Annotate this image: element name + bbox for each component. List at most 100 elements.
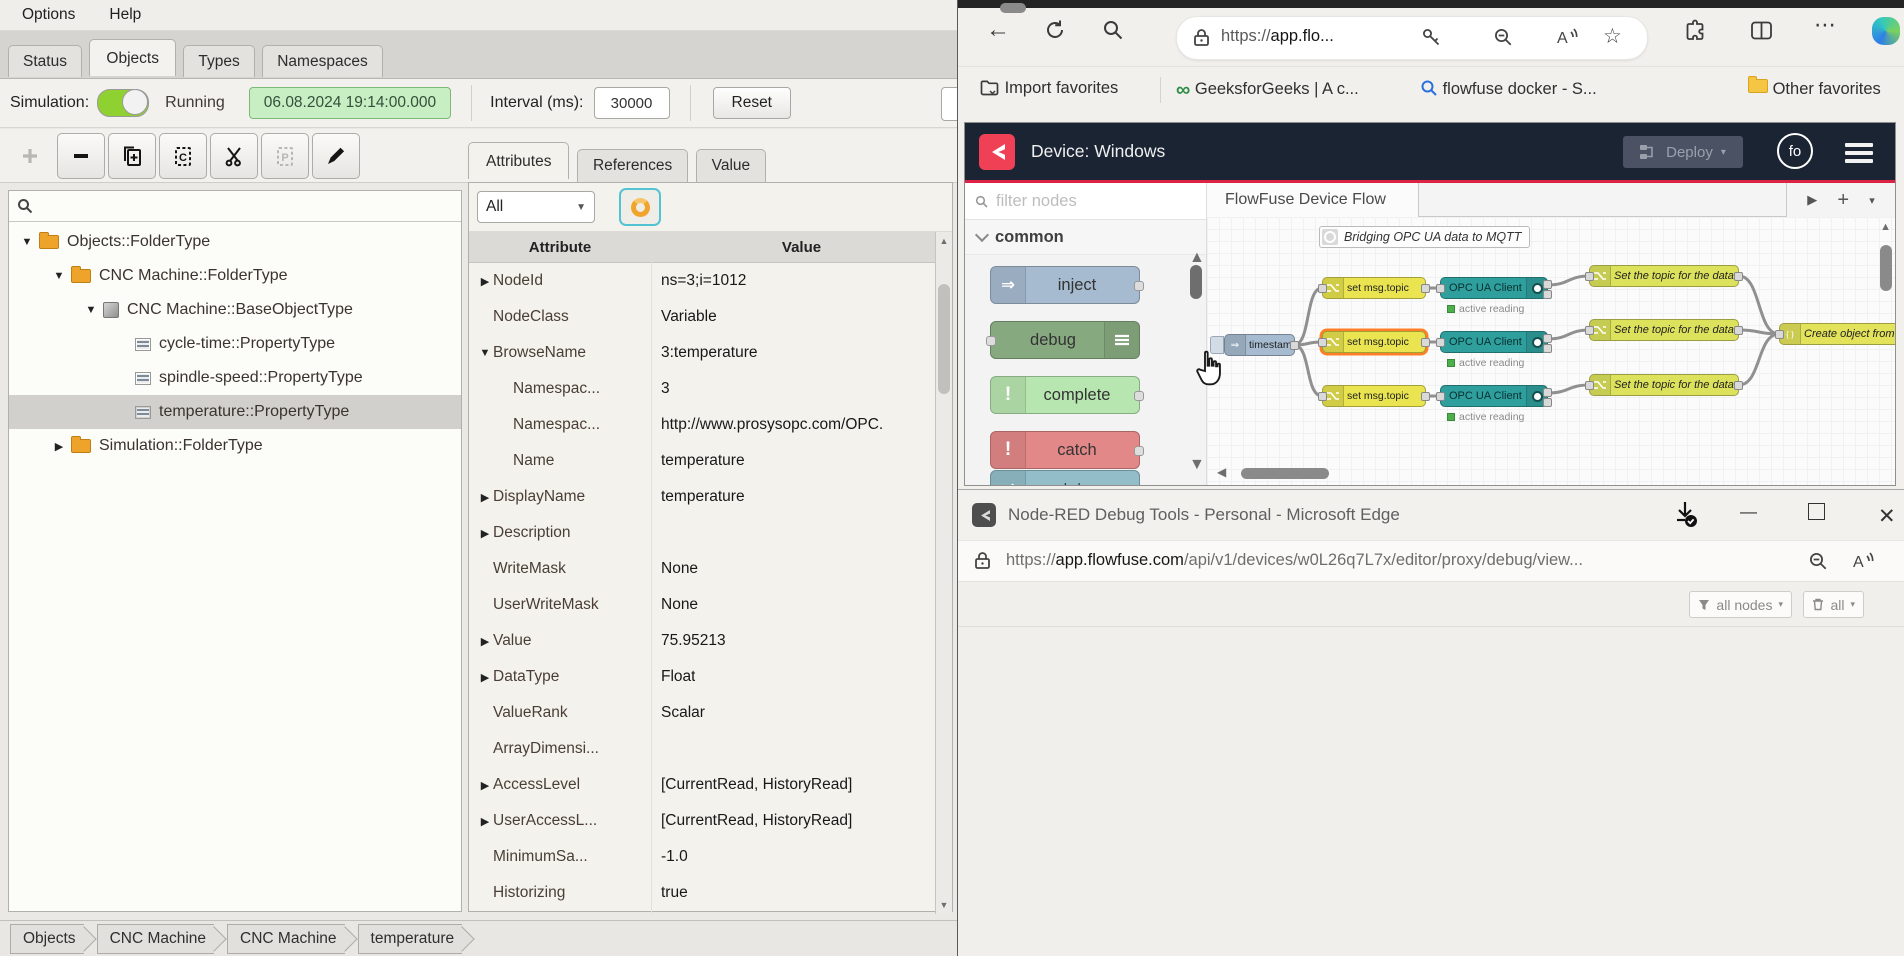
table-row[interactable]: ▶Value75.95213 bbox=[469, 623, 952, 659]
download-complete-icon[interactable] bbox=[1670, 498, 1700, 535]
table-row[interactable]: ▼BrowseName3:temperature bbox=[469, 335, 952, 371]
favorite-geeksforgeeks[interactable]: ∞ GeeksforGeeks | A c... bbox=[1176, 79, 1359, 102]
output-port[interactable] bbox=[1421, 392, 1430, 401]
expander-icon[interactable]: ▶ bbox=[477, 671, 493, 684]
canvas-vscroll-thumb[interactable] bbox=[1880, 245, 1892, 291]
expander-icon[interactable]: ▶ bbox=[51, 440, 67, 453]
copilot-icon[interactable] bbox=[1872, 17, 1900, 45]
tree-item-cnc-object[interactable]: ▼ CNC Machine::BaseObjectType bbox=[9, 293, 461, 327]
output-port[interactable] bbox=[1290, 341, 1299, 350]
zoom-out-icon[interactable] bbox=[1493, 27, 1514, 53]
table-row[interactable]: Historizingtrue bbox=[469, 875, 952, 911]
tab-namespaces[interactable]: Namespaces bbox=[262, 45, 382, 77]
expander-icon[interactable]: ▶ bbox=[477, 635, 493, 648]
debug-window-titlebar[interactable]: Node-RED Debug Tools - Personal - Micros… bbox=[958, 490, 1904, 540]
read-aloud-icon[interactable]: A bbox=[1851, 550, 1875, 577]
flow-node-set-msg-topic-1[interactable]: set msg.topic bbox=[1322, 277, 1426, 299]
more-menu-icon[interactable]: ⋯ bbox=[1814, 12, 1837, 38]
favorite-star-icon[interactable]: ☆ bbox=[1603, 24, 1622, 49]
palette-node-inject[interactable]: ⇒ inject bbox=[990, 266, 1140, 304]
palette-node-catch[interactable]: ! catch bbox=[990, 431, 1140, 469]
palette-node-complete[interactable]: ! complete bbox=[990, 376, 1140, 414]
output-port[interactable] bbox=[1134, 281, 1144, 291]
paste-button[interactable]: P bbox=[261, 133, 309, 179]
cut-button[interactable] bbox=[210, 133, 258, 179]
canvas-scroll-up-icon[interactable]: ▲ bbox=[1880, 221, 1891, 233]
minimize-icon[interactable]: — bbox=[1740, 502, 1757, 522]
add-flow-icon[interactable]: + bbox=[1837, 189, 1849, 212]
output-port-2[interactable] bbox=[1543, 290, 1552, 299]
input-port[interactable] bbox=[1318, 338, 1327, 347]
expander-icon[interactable]: ▼ bbox=[477, 347, 493, 359]
table-row[interactable]: NodeClassVariable bbox=[469, 299, 952, 335]
output-port[interactable] bbox=[1134, 391, 1144, 401]
flow-list-icon[interactable]: ▾ bbox=[1869, 194, 1875, 207]
expander-icon[interactable]: ▶ bbox=[477, 491, 493, 504]
scrollbar-thumb[interactable] bbox=[938, 284, 950, 394]
password-key-icon[interactable] bbox=[1421, 27, 1442, 53]
table-row[interactable]: UserWriteMaskNone bbox=[469, 587, 952, 623]
remove-node-button[interactable] bbox=[57, 133, 105, 179]
tab-references[interactable]: References bbox=[577, 149, 688, 182]
flow-node-set-topic-3[interactable]: Set the topic for the data bbox=[1589, 374, 1739, 396]
input-port[interactable] bbox=[1436, 338, 1445, 347]
tab-scroll-right-icon[interactable]: ▶ bbox=[1807, 192, 1817, 208]
expander-icon[interactable]: ▶ bbox=[477, 275, 493, 288]
flow-node-set-topic-2[interactable]: Set the topic for the data bbox=[1589, 319, 1739, 341]
table-row[interactable]: Nametemperature bbox=[469, 443, 952, 479]
output-port-1[interactable] bbox=[1543, 280, 1552, 289]
main-menu-icon[interactable] bbox=[1845, 143, 1873, 163]
palette-node-debug[interactable]: debug bbox=[990, 321, 1140, 359]
flow-node-set-topic-1[interactable]: Set the topic for the data bbox=[1589, 265, 1739, 287]
tree-item-cycle-time[interactable]: cycle-time::PropertyType bbox=[9, 327, 461, 361]
column-attribute[interactable]: Attribute bbox=[469, 232, 651, 262]
flow-tab[interactable]: FlowFuse Device Flow bbox=[1207, 183, 1419, 217]
input-port[interactable] bbox=[1775, 330, 1784, 339]
filter-nodes-button[interactable]: all nodes ▾ bbox=[1689, 591, 1792, 618]
expander-icon[interactable]: ▼ bbox=[19, 236, 35, 248]
tree-item-objects[interactable]: ▼ Objects::FolderType bbox=[9, 225, 461, 259]
zoom-out-icon[interactable] bbox=[1808, 551, 1829, 577]
flow-node-timestamp[interactable]: ⇒ timestamp bbox=[1224, 334, 1295, 356]
table-row[interactable]: Namespac...3 bbox=[469, 371, 952, 407]
flow-node-opcua-client-3[interactable]: OPC UA Client bbox=[1440, 385, 1548, 407]
attribute-filter-select[interactable]: All ▼ bbox=[477, 191, 595, 223]
canvas-scroll-left-icon[interactable]: ◀ bbox=[1217, 465, 1226, 479]
expander-icon[interactable]: ▶ bbox=[477, 527, 493, 540]
back-icon[interactable]: ← bbox=[986, 16, 1010, 44]
clear-debug-button[interactable]: all ▾ bbox=[1803, 591, 1864, 618]
table-row[interactable]: ArrayDimensi... bbox=[469, 731, 952, 767]
input-port[interactable] bbox=[1585, 272, 1594, 281]
vertical-scrollbar[interactable]: ▲ ▼ bbox=[935, 232, 952, 914]
expander-icon[interactable]: ▼ bbox=[83, 304, 99, 316]
tree-item-temperature[interactable]: temperature::PropertyType bbox=[9, 395, 461, 429]
table-row[interactable]: Namespac...http://www.prosysopc.com/OPC. bbox=[469, 407, 952, 443]
table-row[interactable]: ▶NodeIdns=3;i=1012 bbox=[469, 263, 952, 299]
table-row[interactable]: WriteMaskNone bbox=[469, 551, 952, 587]
tab-types[interactable]: Types bbox=[183, 45, 254, 77]
scroll-up-icon[interactable]: ▲ bbox=[936, 236, 952, 246]
menu-help[interactable]: Help bbox=[109, 6, 141, 24]
tab-objects[interactable]: Objects bbox=[89, 39, 176, 76]
output-port-2[interactable] bbox=[1543, 344, 1552, 353]
scroll-down-icon[interactable]: ▼ bbox=[936, 900, 952, 910]
debug-address-bar[interactable]: https://app.flowfuse.com/api/v1/devices/… bbox=[958, 540, 1904, 582]
palette-scroll-down[interactable]: ▼ bbox=[1189, 456, 1203, 474]
input-port[interactable] bbox=[1436, 392, 1445, 401]
reset-button[interactable]: Reset bbox=[713, 87, 792, 119]
refresh-icon[interactable] bbox=[1044, 19, 1066, 46]
import-favorites-button[interactable]: Import favorites bbox=[980, 79, 1118, 98]
search-icon[interactable] bbox=[1102, 19, 1124, 46]
output-port[interactable] bbox=[1134, 446, 1144, 456]
table-row[interactable]: MinimumSa...-1.0 bbox=[469, 839, 952, 875]
input-port[interactable] bbox=[1585, 381, 1594, 390]
output-port[interactable] bbox=[1734, 272, 1743, 281]
tab-value[interactable]: Value bbox=[696, 149, 767, 182]
breadcrumb-cnc-machine-2[interactable]: CNC Machine bbox=[227, 924, 344, 954]
palette-node-status[interactable]: status bbox=[990, 470, 1140, 486]
output-port[interactable] bbox=[1734, 381, 1743, 390]
menu-options[interactable]: Options bbox=[22, 6, 75, 24]
favorite-flowfuse-docker[interactable]: flowfuse docker - S... bbox=[1420, 79, 1597, 99]
tree-item-simulation[interactable]: ▶ Simulation::FolderType bbox=[9, 429, 461, 463]
tab-status[interactable]: Status bbox=[8, 45, 82, 77]
